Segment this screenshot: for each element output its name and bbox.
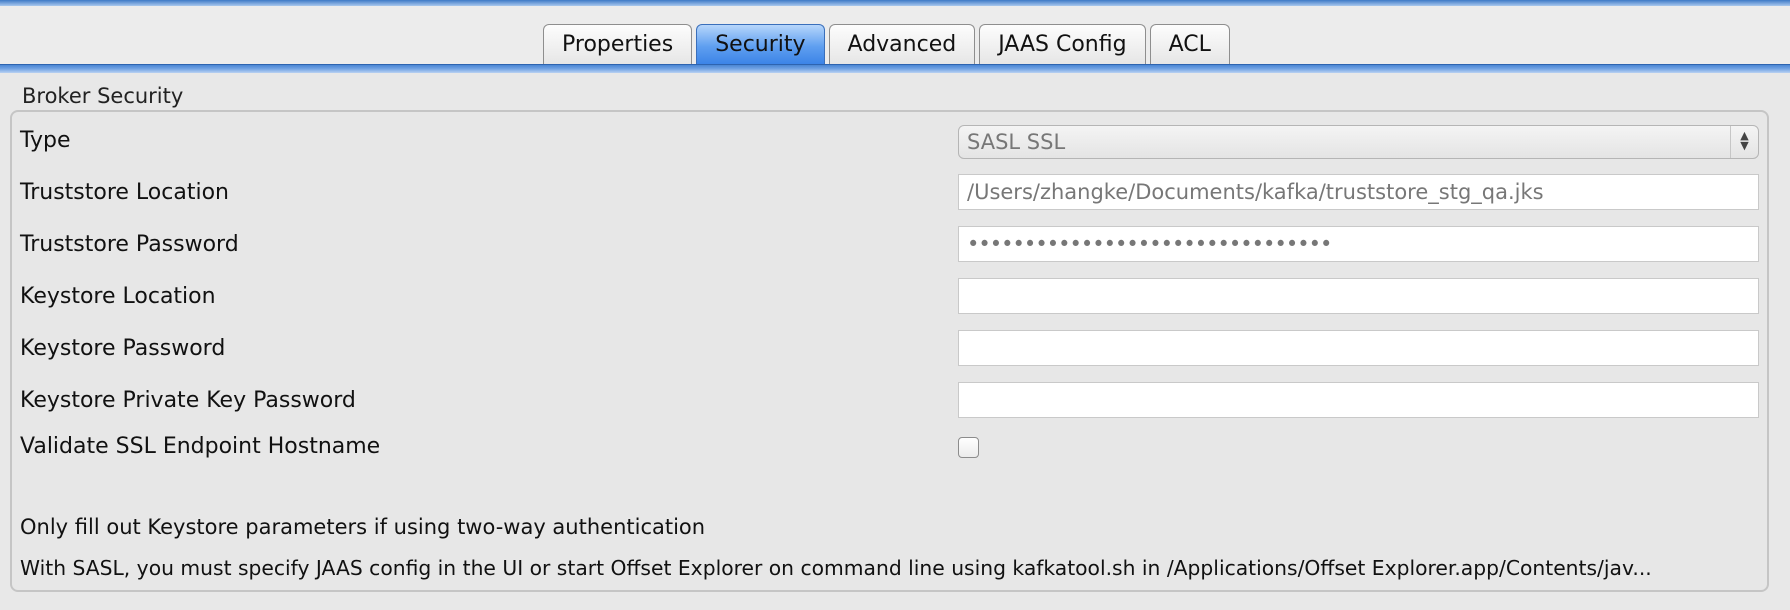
tab-properties[interactable]: Properties (543, 24, 693, 64)
up-down-chevron-icon: ▲ ▼ (1730, 126, 1758, 158)
group-title: Broker Security (22, 84, 184, 108)
keystore-location-field[interactable] (958, 278, 1759, 314)
truststore-location-label: Truststore Location (20, 180, 229, 205)
tab-security[interactable]: Security (696, 24, 825, 64)
keystore-location-label: Keystore Location (20, 284, 216, 309)
keystore-private-key-password-label: Keystore Private Key Password (20, 388, 356, 413)
validate-hostname-label: Validate SSL Endpoint Hostname (20, 434, 381, 459)
truststore-password-field[interactable]: •••••••••••••••••••••••••••••••• (958, 226, 1759, 262)
keystore-private-key-password-field[interactable] (958, 382, 1759, 418)
type-select[interactable]: SASL SSL ▲ ▼ (958, 125, 1759, 159)
tab-bar: Properties Security Advanced JAAS Config… (543, 24, 1230, 64)
validate-hostname-checkbox[interactable] (958, 437, 979, 458)
type-label: Type (20, 128, 71, 153)
tab-rule (0, 64, 1790, 73)
keystore-note: Only fill out Keystore parameters if usi… (20, 515, 706, 539)
keystore-password-field[interactable] (958, 330, 1759, 366)
tab-strip: Properties Security Advanced JAAS Config… (0, 6, 1790, 73)
tab-acl[interactable]: ACL (1149, 24, 1230, 64)
tab-jaas-config[interactable]: JAAS Config (979, 24, 1146, 64)
type-select-value: SASL SSL (967, 130, 1066, 154)
truststore-location-field[interactable]: /Users/zhangke/Documents/kafka/truststor… (958, 174, 1759, 210)
keystore-password-label: Keystore Password (20, 336, 226, 361)
sasl-note: With SASL, you must specify JAAS config … (20, 556, 1652, 580)
truststore-password-label: Truststore Password (20, 232, 239, 257)
tab-advanced[interactable]: Advanced (828, 24, 976, 64)
